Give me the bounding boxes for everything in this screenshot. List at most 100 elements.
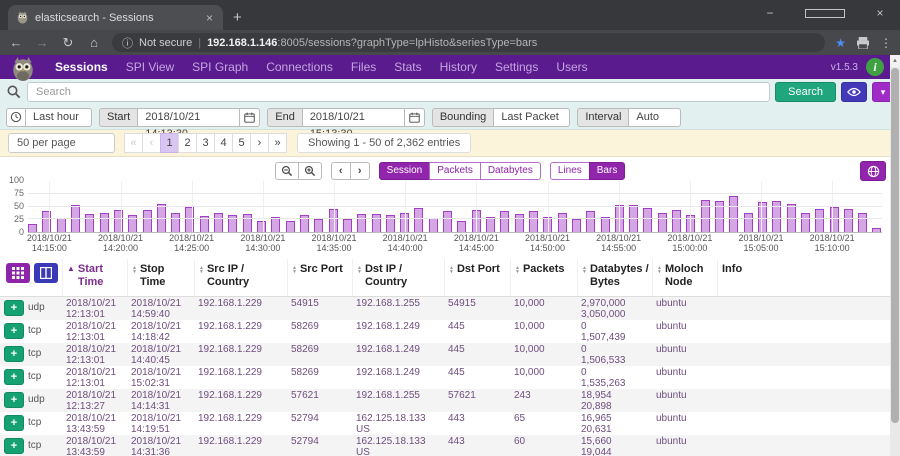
- zoom-out-button[interactable]: [275, 162, 299, 180]
- moloch-owl-logo[interactable]: [7, 56, 39, 82]
- column-header-src-port[interactable]: ▲▼Src Port: [287, 259, 352, 296]
- chart-bar[interactable]: [529, 211, 538, 232]
- chart-bar[interactable]: [858, 213, 867, 232]
- chart-bar[interactable]: [257, 221, 266, 232]
- table-row[interactable]: +tcp2018/10/2112:13:012018/10/2115:02:31…: [0, 366, 890, 389]
- nav-item-users[interactable]: Users: [547, 60, 596, 74]
- chart-bar[interactable]: [457, 221, 466, 232]
- map-globe-button[interactable]: [860, 161, 886, 181]
- not-secure-icon[interactable]: ⓘ: [122, 35, 133, 51]
- chart-bar[interactable]: [643, 208, 652, 232]
- chart-bar[interactable]: [171, 213, 180, 232]
- address-bar[interactable]: ⓘ Not secure | 192.168.1.146:8005/sessio…: [112, 33, 825, 52]
- chart-bar[interactable]: [658, 213, 667, 232]
- scrollbar-up-icon[interactable]: ▲: [890, 55, 900, 67]
- column-header-databytes-bytes[interactable]: ▲▼Databytes /Bytes: [577, 259, 652, 296]
- forward-icon[interactable]: →: [34, 35, 50, 50]
- per-page-select[interactable]: 50 per page: [8, 133, 115, 153]
- start-time-input[interactable]: 2018/10/21 14:13:30: [138, 108, 240, 127]
- columns-button[interactable]: [34, 263, 58, 283]
- chart-bar[interactable]: [801, 213, 810, 232]
- chart-bar[interactable]: [830, 207, 839, 233]
- chart-bar[interactable]: [243, 214, 252, 232]
- chart-bar[interactable]: [515, 214, 524, 232]
- end-time-input[interactable]: 2018/10/21 15:13:30: [303, 108, 405, 127]
- expand-session-button[interactable]: +: [4, 346, 24, 362]
- table-row[interactable]: +tcp2018/10/2112:13:012018/10/2114:18:42…: [0, 320, 890, 343]
- chart-bar[interactable]: [214, 213, 223, 232]
- chart-bar[interactable]: [357, 214, 366, 232]
- browser-menu-icon[interactable]: ⋮: [880, 36, 892, 50]
- column-header-start-time[interactable]: ▲Start Time: [62, 259, 127, 296]
- pagination-prev-button[interactable]: ‹: [142, 133, 161, 153]
- window-maximize-button[interactable]: [805, 9, 845, 18]
- pagination-next-button[interactable]: ›: [250, 133, 269, 153]
- table-row[interactable]: +tcp2018/10/2112:13:012018/10/2114:40:45…: [0, 343, 890, 366]
- chart-bar[interactable]: [729, 196, 738, 232]
- back-icon[interactable]: ←: [8, 35, 24, 50]
- column-header-moloch-node[interactable]: ▲▼MolochNode: [652, 259, 717, 296]
- chart-bar[interactable]: [672, 210, 681, 232]
- reload-icon[interactable]: ↻: [60, 35, 76, 51]
- chart-bar[interactable]: [586, 211, 595, 232]
- column-header-src-ip-country[interactable]: ▲▼Src IP / Country: [194, 259, 287, 296]
- column-header-dst-port[interactable]: ▲▼Dst Port: [444, 259, 510, 296]
- expand-session-button[interactable]: +: [4, 438, 24, 454]
- chart-bar[interactable]: [744, 213, 753, 232]
- scrollbar-thumb[interactable]: [891, 68, 899, 423]
- browser-tab[interactable]: elasticsearch - Sessions ×: [8, 5, 223, 30]
- chart-bar[interactable]: [85, 214, 94, 232]
- fields-grid-button[interactable]: [6, 263, 30, 283]
- window-minimize-button[interactable]: −: [750, 6, 790, 20]
- expand-session-button[interactable]: +: [4, 415, 24, 431]
- expand-session-button[interactable]: +: [4, 323, 24, 339]
- start-calendar-button[interactable]: [240, 108, 260, 127]
- bounding-select[interactable]: Last Packet: [494, 108, 570, 127]
- pagination-first-button[interactable]: «: [124, 133, 143, 153]
- nav-item-stats[interactable]: Stats: [385, 60, 430, 74]
- new-tab-button[interactable]: +: [233, 9, 242, 26]
- table-row[interactable]: +tcp2018/10/2113:43:592018/10/2114:31:36…: [0, 435, 890, 456]
- chart-bar[interactable]: [100, 213, 109, 232]
- series-toggle-packets[interactable]: Packets: [429, 162, 481, 180]
- home-icon[interactable]: ⌂: [86, 35, 102, 50]
- chart-bar[interactable]: [872, 228, 881, 232]
- end-calendar-button[interactable]: [405, 108, 425, 127]
- nav-item-connections[interactable]: Connections: [257, 60, 342, 74]
- pagination-page-1[interactable]: 1: [160, 133, 179, 153]
- column-header-packets[interactable]: ▲▼Packets: [510, 259, 577, 296]
- chart-bar[interactable]: [558, 213, 567, 232]
- views-eye-button[interactable]: [841, 82, 867, 102]
- print-icon[interactable]: [856, 37, 870, 49]
- chart-bar[interactable]: [185, 207, 194, 232]
- chart-bar[interactable]: [28, 224, 37, 232]
- expand-session-button[interactable]: +: [4, 300, 24, 316]
- pagination-page-2[interactable]: 2: [178, 133, 197, 153]
- chart-bar[interactable]: [414, 208, 423, 232]
- chart-bar[interactable]: [844, 209, 853, 232]
- chart-bar[interactable]: [443, 211, 452, 232]
- interval-select[interactable]: Auto: [629, 108, 681, 127]
- pan-left-button[interactable]: ‹: [331, 162, 351, 180]
- vertical-scrollbar[interactable]: ▲: [890, 55, 900, 456]
- chart-bar[interactable]: [57, 218, 66, 232]
- search-button[interactable]: Search: [775, 82, 836, 102]
- expand-session-button[interactable]: +: [4, 369, 24, 385]
- chart-bar[interactable]: [372, 214, 381, 232]
- pagination-page-5[interactable]: 5: [232, 133, 251, 153]
- nav-item-settings[interactable]: Settings: [486, 60, 547, 74]
- nav-item-spi-graph[interactable]: SPI Graph: [183, 60, 257, 74]
- nav-item-files[interactable]: Files: [342, 60, 385, 74]
- table-row[interactable]: +udp2018/10/2112:13:272018/10/2114:14:31…: [0, 389, 890, 412]
- chart-bar[interactable]: [429, 218, 438, 232]
- chart-bar[interactable]: [343, 219, 352, 232]
- nav-item-sessions[interactable]: Sessions: [46, 60, 117, 74]
- style-toggle-lines[interactable]: Lines: [550, 162, 590, 180]
- nav-item-spi-view[interactable]: SPI View: [117, 60, 183, 74]
- bookmark-star-icon[interactable]: ★: [835, 36, 846, 50]
- chart-bar[interactable]: [114, 210, 123, 232]
- chart-bar[interactable]: [314, 219, 323, 232]
- zoom-in-button[interactable]: [298, 162, 322, 180]
- style-toggle-bars[interactable]: Bars: [589, 162, 626, 180]
- column-header-dst-ip-country[interactable]: ▲▼Dst IP / Country: [352, 259, 444, 296]
